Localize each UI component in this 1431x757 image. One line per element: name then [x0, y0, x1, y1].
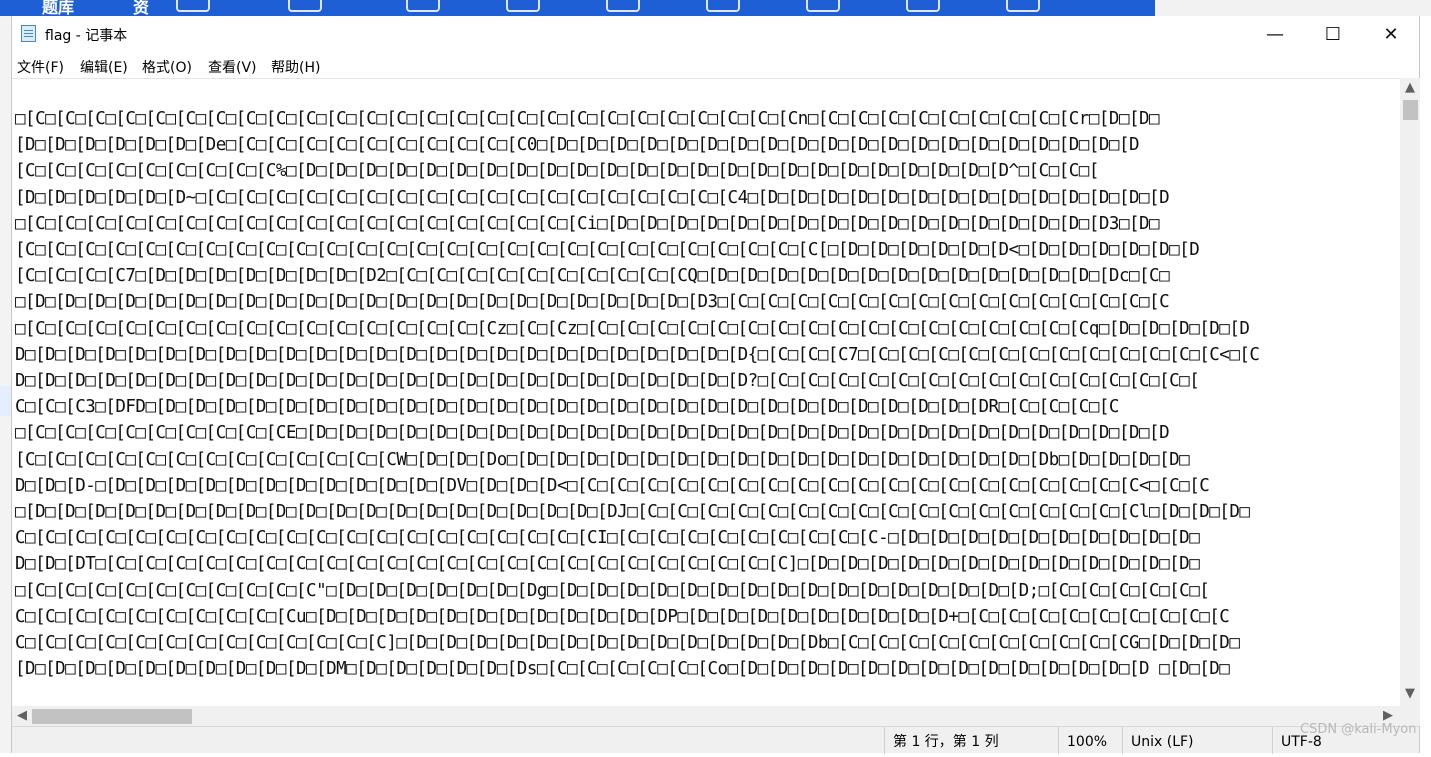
status-bar: 第 1 行，第 1 列 100% Unix (LF) UTF-8 [12, 726, 1419, 754]
text-line: [D□[D□[D□[D□[D□[D□[De□[C□[C□[C□[C□[C□[C□… [15, 135, 1140, 156]
chevron-up-icon[interactable]: ▲ [1400, 80, 1420, 95]
close-icon: ✕ [1383, 23, 1399, 45]
background-toolbar-icon[interactable] [706, 0, 740, 12]
menu-edit[interactable]: 编辑(E) [80, 57, 128, 77]
title-bar[interactable]: flag - 记事本 — ☐ ✕ [12, 16, 1419, 52]
background-app-sidebar [0, 16, 11, 753]
cursor-position: 第 1 行，第 1 列 [884, 727, 1054, 754]
text-line: □[C□[C□[C□[C□[C□[C□[C□[C□[C□[C□[C□[C□[C□… [15, 213, 1160, 234]
text-line: C□[C□[C3□[DFD□[D□[D□[D□[D□[D□[D□[D□[D□[D… [15, 397, 1119, 418]
text-line: D□[D□[D-□[D□[D□[D□[D□[D□[D□[D□[D□[D□[D□[… [15, 475, 1210, 496]
maximize-icon: ☐ [1324, 23, 1342, 45]
menu-help[interactable]: 帮助(H) [271, 57, 320, 77]
watermark: CSDN @kali-Myon [1300, 722, 1417, 737]
text-line: [D□[D□[D□[D□[D□[D~□[C□[C□[C□[C□[C□[C□[C□… [15, 187, 1170, 208]
background-toolbar-icon[interactable] [506, 0, 540, 12]
notepad-window: flag - 记事本 — ☐ ✕ 文件(F) 编辑(E) 格式(O) 查看(V)… [11, 16, 1420, 754]
background-toolbar-icon[interactable] [1006, 0, 1040, 12]
background-toolbar-icon[interactable] [906, 0, 940, 12]
notepad-icon [21, 25, 36, 42]
text-line: □[C□[C□[C□[C□[C□[C□[C□[C□[C□[C"□[D□[D□[D… [15, 580, 1210, 601]
horizontal-scrollbar[interactable]: ◀ ▶ [12, 706, 1400, 726]
menu-format[interactable]: 格式(O) [142, 57, 192, 77]
text-line: □[D□[D□[D□[D□[D□[D□[D□[D□[D□[D□[D□[D□[D□… [15, 292, 1170, 313]
maximize-button[interactable]: ☐ [1304, 16, 1362, 52]
text-line: □[C□[C□[C□[C□[C□[C□[C□[C□[CE□[D□[D□[D□[D… [15, 423, 1170, 444]
text-editor[interactable]: □[C□[C□[C□[C□[C□[C□[C□[C□[C□[C□[C□[C□[C□… [12, 78, 1400, 707]
chevron-right-icon[interactable]: ▶ [1378, 708, 1398, 723]
text-line: C□[C□[C□[C□[C□[C□[C□[C□[C□[Cu□[D□[D□[D□[… [15, 606, 1230, 627]
text-line: □[C□[C□[C□[C□[C□[C□[C□[C□[C□[C□[C□[C□[C□… [15, 318, 1250, 339]
minimize-button[interactable]: — [1246, 16, 1304, 52]
background-toolbar-icon[interactable] [406, 0, 440, 12]
close-button[interactable]: ✕ [1362, 16, 1420, 52]
menu-bar: 文件(F) 编辑(E) 格式(O) 查看(V) 帮助(H) [12, 52, 1419, 78]
vertical-scroll-thumb[interactable] [1403, 100, 1418, 120]
text-line: □[D□[D□[D□[D□[D□[D□[D□[D□[D□[D□[D□[D□[D□… [15, 502, 1250, 522]
menu-view[interactable]: 查看(V) [208, 57, 257, 77]
text-line: [C□[C□[C□[C7□[D□[D□[D□[D□[D□[D□[D□[D2□[C… [15, 266, 1170, 287]
vertical-scrollbar[interactable]: ▲ ▼ [1400, 78, 1420, 706]
background-toolbar-icon[interactable] [806, 0, 840, 12]
background-toolbar-icon[interactable] [288, 0, 322, 12]
background-toolbar-icon[interactable] [606, 0, 640, 12]
minimize-icon: — [1266, 23, 1284, 45]
text-line: D□[D□[D□[D□[D□[D□[D□[D□[D□[D□[D□[D□[D□[D… [15, 344, 1260, 365]
text-line: [D□[D□[D□[D□[D□[D□[D□[D□[D□[D□[DM□[D□[D□… [15, 659, 1230, 680]
line-ending: Unix (LF) [1122, 727, 1272, 754]
chevron-left-icon[interactable]: ◀ [12, 708, 32, 723]
text-line: [C□[C□[C□[C□[C□[C□[C□[C□[C%□[D□[D□[D□[D□… [15, 161, 1099, 182]
window-title: flag - 记事本 [45, 28, 128, 44]
text-line: D□[D□[D□[D□[D□[D□[D□[D□[D□[D□[D□[D□[D□[D… [15, 371, 1200, 391]
horizontal-scroll-thumb[interactable] [32, 709, 192, 724]
chevron-down-icon[interactable]: ▼ [1400, 686, 1420, 701]
background-app-area [1155, 0, 1431, 16]
text-line: C□[C□[C□[C□[C□[C□[C□[C□[C□[C□[C□[C□[C□[C… [15, 528, 1200, 549]
text-line: D□[D□[DT□[C□[C□[C□[C□[C□[C□[C□[C□[C□[C□[… [15, 554, 1200, 575]
text-line: C□[C□[C□[C□[C□[C□[C□[C□[C□[C□[C□[C□[C]□[… [15, 633, 1240, 653]
background-toolbar-icon[interactable] [176, 0, 210, 12]
text-line: [C□[C□[C□[C□[C□[C□[C□[C□[C□[C□[C□[C□[C□[… [15, 240, 1200, 260]
background-app-toolbar: 题库 资 [0, 0, 1155, 17]
zoom-level: 100% [1058, 727, 1122, 754]
text-line: □[C□[C□[C□[C□[C□[C□[C□[C□[C□[C□[C□[C□[C□… [15, 109, 1160, 129]
text-line: [C□[C□[C□[C□[C□[C□[C□[C□[C□[C□[C□[C□[CW□… [15, 449, 1190, 470]
menu-file[interactable]: 文件(F) [17, 57, 64, 77]
background-selection [0, 386, 11, 416]
